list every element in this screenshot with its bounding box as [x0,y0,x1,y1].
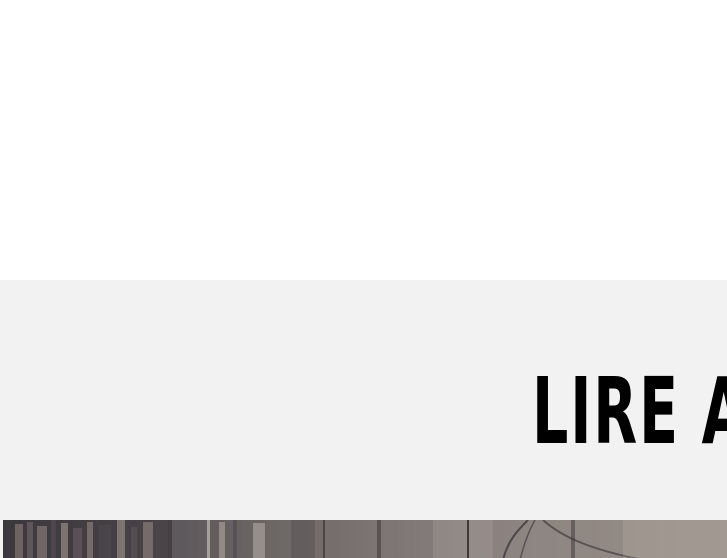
library-photo [3,520,727,558]
page: LIRE A [0,0,727,558]
reading-section: LIRE A [0,280,727,558]
section-title: LIRE A [532,358,727,465]
library-photo-graphic [3,520,727,558]
blank-header-area [0,0,727,280]
